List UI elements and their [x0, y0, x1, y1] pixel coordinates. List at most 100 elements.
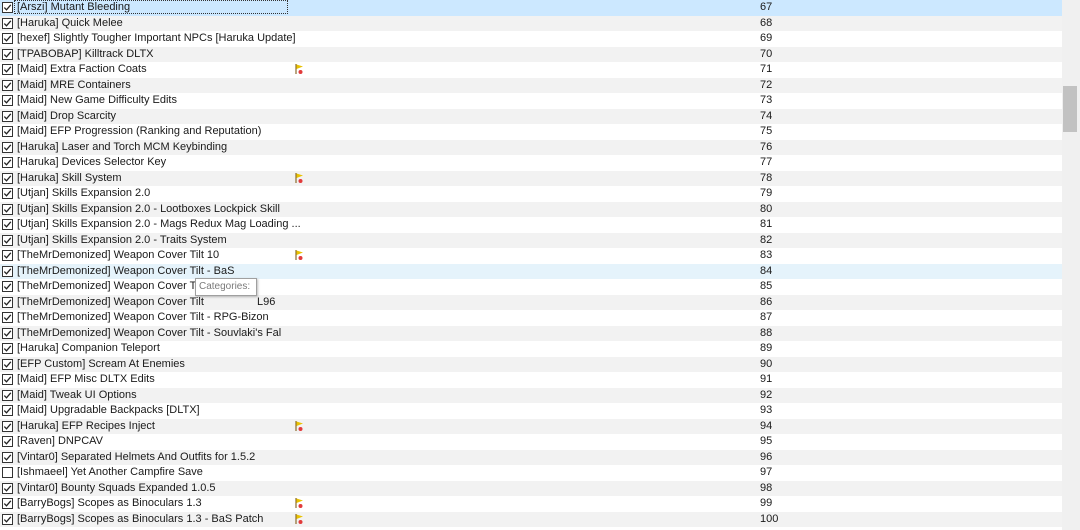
mod-enable-checkbox[interactable]	[2, 343, 13, 354]
mod-name: [TheMrDemonized] Weapon Cover Tilt	[17, 280, 204, 292]
mod-row[interactable]: [Utjan] Skills Expansion 2.0 - Traits Sy…	[0, 232, 1062, 248]
mod-row[interactable]: [Vintar0] Separated Helmets And Outfits …	[0, 449, 1062, 465]
mod-row[interactable]: [TPABOBAP] Killtrack DLTX 70	[0, 46, 1062, 62]
mod-row[interactable]: [TheMrDemonized] Weapon Cover Tilt 10 83	[0, 248, 1062, 264]
mod-row[interactable]: [Maid] Extra Faction Coats 71	[0, 62, 1062, 78]
mod-row[interactable]: [TheMrDemonized] Weapon Cover Tilt - Sou…	[0, 325, 1062, 341]
mod-row[interactable]: [TheMrDemonized] Weapon Cover Tilt - BaS…	[0, 263, 1062, 279]
mod-row[interactable]: [hexef] Slightly Tougher Important NPCs …	[0, 31, 1062, 47]
mod-row[interactable]: [Maid] EFP Progression (Ranking and Repu…	[0, 124, 1062, 140]
mod-row[interactable]: [TheMrDemonized] Weapon Cover Tilt - RPG…	[0, 310, 1062, 326]
mod-row[interactable]: [Raven] DNPCAV 95	[0, 434, 1062, 450]
mod-enable-checkbox[interactable]	[2, 64, 13, 75]
mod-row[interactable]: [Haruka] Laser and Torch MCM Keybinding 7…	[0, 139, 1062, 155]
mod-enable-checkbox[interactable]	[2, 250, 13, 261]
mod-name: [TheMrDemonized] Weapon Cover Tilt - RPG…	[17, 311, 269, 323]
checkmark-icon	[3, 190, 12, 197]
mod-name: [Utjan] Skills Expansion 2.0 - Lootboxes…	[17, 202, 280, 215]
mod-enable-checkbox[interactable]	[2, 95, 13, 106]
mod-enable-checkbox[interactable]	[2, 265, 13, 277]
mod-row[interactable]: [BarryBogs] Scopes as Binoculars 1.3 99	[0, 496, 1062, 512]
mod-priority: 71	[760, 63, 773, 75]
mod-enable-checkbox[interactable]	[2, 513, 13, 525]
mod-name: [Maid] Drop Scarcity	[17, 109, 117, 122]
mod-enable-checkbox[interactable]	[2, 203, 13, 215]
mod-row[interactable]: [Ishmaeel] Yet Another Campfire Save 97	[0, 465, 1062, 481]
mod-priority: 67	[760, 1, 773, 13]
mod-row[interactable]: [Haruka] EFP Recipes Inject 94	[0, 418, 1062, 434]
checkmark-icon	[3, 81, 12, 89]
mod-enable-checkbox[interactable]	[2, 312, 13, 323]
mod-enable-checkbox[interactable]	[2, 296, 13, 308]
mod-enable-checkbox[interactable]	[2, 219, 13, 230]
mod-name: [Haruka] Laser and Torch MCM Keybinding	[17, 140, 228, 153]
mod-row[interactable]: [TheMrDemonized] Weapon Cover Tilt L96 86	[0, 294, 1062, 310]
mod-enable-checkbox[interactable]	[2, 17, 13, 29]
mod-name: [Haruka] Skill System	[17, 171, 122, 184]
mod-priority: 82	[760, 233, 773, 246]
checkmark-icon	[3, 500, 12, 507]
mod-row[interactable]: [Maid] MRE Containers 72	[0, 77, 1062, 93]
mod-enable-checkbox[interactable]	[2, 358, 13, 370]
mod-row[interactable]: [Haruka] Skill System 78	[0, 170, 1062, 186]
mod-enable-checkbox[interactable]	[2, 234, 13, 246]
mod-enable-checkbox[interactable]	[2, 436, 13, 447]
mod-row[interactable]: [Maid] Upgradable Backpacks [DLTX] 93	[0, 403, 1062, 419]
mod-row[interactable]: [Haruka] Quick Melee 68	[0, 15, 1062, 31]
mod-priority: 84	[760, 264, 773, 277]
mod-enable-checkbox[interactable]	[2, 188, 13, 199]
mod-row[interactable]: [Vintar0] Bounty Squads Expanded 1.0.5 98	[0, 480, 1062, 496]
mod-row[interactable]: [Haruka] Companion Teleport 89	[0, 341, 1062, 357]
mod-enable-checkbox[interactable]	[2, 126, 13, 137]
conflict-flag-icon	[293, 513, 305, 525]
mod-enable-checkbox[interactable]	[2, 141, 13, 153]
checkmark-icon	[3, 205, 12, 213]
scrollbar-thumb[interactable]	[1063, 86, 1077, 132]
mod-priority: 68	[760, 16, 773, 29]
mod-list: [Arszi] Mutant Bleeding 67 [Haruka] Quick …	[0, 0, 1062, 530]
mod-enable-checkbox[interactable]	[2, 467, 13, 478]
mod-enable-checkbox[interactable]	[2, 482, 13, 494]
mod-enable-checkbox[interactable]	[2, 420, 13, 432]
mod-enable-checkbox[interactable]	[2, 48, 13, 60]
mod-enable-checkbox[interactable]	[2, 172, 13, 184]
mod-enable-checkbox[interactable]	[2, 389, 13, 401]
mod-row[interactable]: [Maid] Drop Scarcity 74	[0, 108, 1062, 124]
checkmark-icon	[3, 515, 12, 523]
mod-enable-checkbox[interactable]	[2, 2, 13, 13]
checkmark-icon	[3, 267, 12, 275]
mod-name: [Maid] Upgradable Backpacks [DLTX]	[17, 404, 200, 416]
mod-row[interactable]: [TheMrDemonized] Weapon Cover Tilt 85	[0, 279, 1062, 295]
mod-row[interactable]: [Maid] EFP Misc DLTX Edits 91	[0, 372, 1062, 388]
mod-enable-checkbox[interactable]	[2, 33, 13, 44]
mod-enable-checkbox[interactable]	[2, 405, 13, 416]
mod-name: [Vintar0] Separated Helmets And Outfits …	[17, 450, 256, 463]
mod-enable-checkbox[interactable]	[2, 451, 13, 463]
mod-row[interactable]: [Maid] New Game Difficulty Edits 73	[0, 93, 1062, 109]
mod-enable-checkbox[interactable]	[2, 157, 13, 168]
mod-row[interactable]: [BarryBogs] Scopes as Binoculars 1.3 - B…	[0, 511, 1062, 527]
mod-priority: 92	[760, 388, 773, 401]
tooltip-label: Categories:	[199, 281, 251, 292]
mod-row[interactable]: [Utjan] Skills Expansion 2.0 - Lootboxes…	[0, 201, 1062, 217]
mod-priority: 94	[760, 419, 773, 432]
mod-row[interactable]: [Haruka] Devices Selector Key 77	[0, 155, 1062, 171]
checkmark-icon	[3, 159, 12, 166]
mod-enable-checkbox[interactable]	[2, 327, 13, 339]
mod-enable-checkbox[interactable]	[2, 79, 13, 91]
mod-name: [Arszi] Mutant Bleeding	[17, 1, 131, 13]
mod-row[interactable]: [Arszi] Mutant Bleeding 67	[0, 0, 1062, 16]
vertical-scrollbar[interactable]	[1062, 0, 1080, 530]
mod-row[interactable]: [Utjan] Skills Expansion 2.0 79	[0, 186, 1062, 202]
mod-name: [Utjan] Skills Expansion 2.0	[17, 187, 151, 199]
mod-row[interactable]: [Maid] Tweak UI Options 92	[0, 387, 1062, 403]
checkmark-icon	[3, 376, 12, 383]
mod-name: [Maid] Extra Faction Coats	[17, 63, 147, 75]
mod-enable-checkbox[interactable]	[2, 498, 13, 509]
mod-enable-checkbox[interactable]	[2, 281, 13, 292]
mod-row[interactable]: [EFP Custom] Scream At Enemies 90	[0, 356, 1062, 372]
mod-enable-checkbox[interactable]	[2, 374, 13, 385]
mod-enable-checkbox[interactable]	[2, 110, 13, 122]
mod-row[interactable]: [Utjan] Skills Expansion 2.0 - Mags Redu…	[0, 217, 1062, 233]
mod-name: [TheMrDemonized] Weapon Cover Tilt - Sou…	[17, 326, 282, 339]
